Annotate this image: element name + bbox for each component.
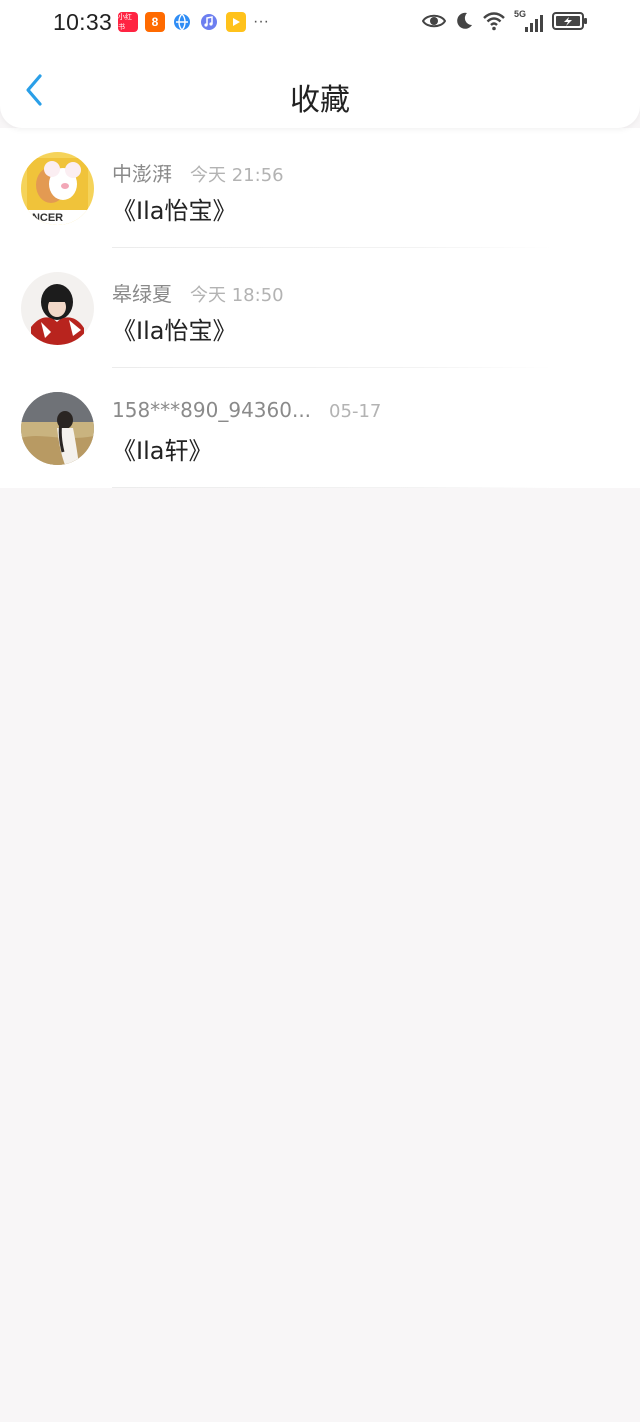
avatar[interactable]: ANCER — [21, 152, 94, 225]
music-icon — [199, 12, 219, 32]
user-name: 158***890_94360... — [112, 398, 312, 422]
timestamp: 05-17 — [329, 401, 382, 422]
video-icon — [226, 12, 246, 32]
page-title: 收藏 — [290, 83, 350, 118]
avatar[interactable] — [21, 392, 94, 465]
navigation-bar: 收藏 — [0, 48, 640, 128]
browser-icon — [172, 12, 192, 32]
timestamp: 今天 21:56 — [190, 165, 284, 186]
favorite-content: 《Ila轩》 — [112, 437, 213, 465]
divider — [112, 487, 552, 488]
xiaohongshu-icon: 小红书 — [118, 12, 138, 32]
user-name: 皋绿夏 — [112, 282, 172, 306]
favorite-item[interactable]: 158***890_94360... 05-17 《Ila轩》 — [0, 368, 640, 488]
favorite-item[interactable]: 皋绿夏 今天 18:50 《Ila怡宝》 — [0, 248, 640, 368]
name-row: 皋绿夏 今天 18:50 — [112, 278, 284, 307]
more-notifications-icon: ··· — [253, 13, 269, 30]
wifi-icon — [482, 11, 506, 35]
kuaishou-icon: 8 — [145, 12, 165, 32]
avatar-text: ANCER — [24, 212, 63, 224]
app-header: 10:33 小红书 8 ··· 5G 收藏 — [0, 0, 640, 128]
user-name: 中澎湃 — [112, 162, 172, 186]
favorite-content: 《Ila怡宝》 — [112, 317, 237, 345]
favorite-content: 《Ila怡宝》 — [112, 197, 237, 225]
eye-icon — [421, 13, 447, 33]
favorites-list: ANCER 中澎湃 今天 21:56 《Ila怡宝》 皋绿夏 今天 18:50 — [0, 128, 640, 488]
status-bar: 10:33 小红书 8 ··· 5G — [0, 0, 640, 48]
status-time: 10:33 — [53, 9, 113, 35]
favorite-item[interactable]: ANCER 中澎湃 今天 21:56 《Ila怡宝》 — [0, 128, 640, 248]
timestamp: 今天 18:50 — [190, 285, 284, 306]
avatar[interactable] — [21, 272, 94, 345]
name-row: 中澎湃 今天 21:56 — [112, 158, 284, 187]
system-icons: 5G — [421, 9, 588, 35]
name-row: 158***890_94360... 05-17 — [112, 398, 381, 422]
moon-icon — [454, 11, 474, 35]
battery-icon — [552, 11, 588, 35]
notification-icons: 小红书 8 ··· — [118, 12, 269, 32]
cellular-signal-icon: 5G — [514, 9, 544, 34]
